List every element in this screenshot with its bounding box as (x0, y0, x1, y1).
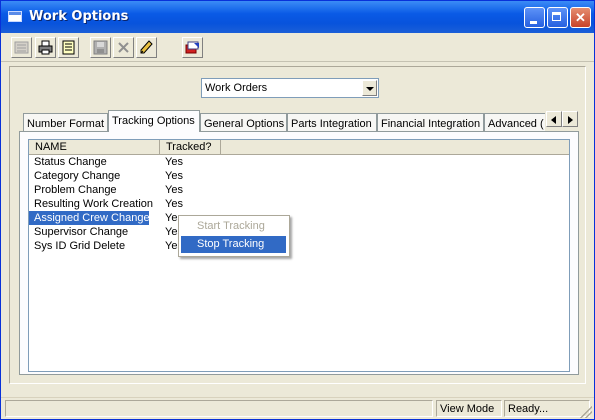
row-tracked: Yes (165, 170, 183, 182)
tab-label: General Options (204, 118, 285, 130)
list-button[interactable] (11, 37, 32, 58)
row-name: Assigned Crew Change (29, 211, 150, 225)
row-tracked: Yes (165, 198, 183, 210)
window-title: Work Options (29, 9, 129, 24)
chevron-down-icon[interactable] (362, 80, 377, 96)
tab-general-options[interactable]: General Options (200, 113, 287, 131)
toolbar (1, 33, 594, 62)
chevron-right-icon (568, 116, 573, 124)
table-row[interactable]: Resulting Work Creation Yes (29, 197, 569, 211)
tab-financial-integration[interactable]: Financial Integration (377, 113, 484, 131)
table-row[interactable]: Status Change Yes (29, 155, 569, 169)
tracking-grid: NAME Tracked? Status Change Yes Category C… (28, 139, 570, 372)
row-tracked: Yes (165, 156, 183, 168)
status-bar: View Mode Ready... (1, 397, 594, 419)
tab-parts-integration[interactable]: Parts Integration (287, 113, 377, 131)
row-name: Resulting Work Creation (34, 198, 154, 210)
row-name: Category Change (34, 170, 121, 182)
table-row[interactable]: Problem Change Yes (29, 183, 569, 197)
chevron-left-icon (551, 116, 556, 124)
menu-item-stop-tracking[interactable]: Stop Tracking (181, 236, 286, 253)
tab-number-format[interactable]: Number Format (23, 113, 108, 131)
column-header-tracked[interactable]: Tracked? (160, 140, 221, 154)
tab-tracking-options[interactable]: Tracking Options (108, 110, 200, 132)
title-bar[interactable]: Work Options ✕ (1, 1, 594, 33)
resize-grip-icon[interactable] (580, 406, 592, 418)
edit-button[interactable] (136, 37, 157, 58)
tab-label: Tracking Options (112, 115, 195, 127)
tab-label: Financial Integration (381, 118, 481, 130)
table-row[interactable]: Supervisor Change Yes (29, 225, 569, 239)
table-row[interactable]: Sys ID Grid Delete Yes (29, 239, 569, 253)
status-mode: View Mode (436, 400, 502, 417)
module-select-value: Work Orders (205, 82, 268, 94)
row-name: Supervisor Change (34, 226, 129, 238)
row-name: Sys ID Grid Delete (34, 240, 126, 252)
status-empty-panel (5, 400, 433, 417)
notes-icon (62, 40, 75, 55)
context-menu: Start Tracking Stop Tracking (178, 215, 290, 257)
tab-advanced[interactable]: Advanced ( (484, 113, 545, 131)
status-text: Ready... (504, 400, 590, 417)
exit-icon (185, 41, 199, 54)
column-header-name[interactable]: NAME (29, 140, 160, 154)
row-name: Status Change (34, 156, 107, 168)
close-button[interactable]: ✕ (570, 7, 591, 28)
save-icon (93, 40, 108, 55)
maximize-button[interactable] (547, 7, 568, 28)
tab-label: Parts Integration (291, 118, 372, 130)
print-button[interactable] (35, 37, 56, 58)
delete-button[interactable] (113, 37, 134, 58)
row-tracked: Yes (165, 184, 183, 196)
tab-scroll-right-button[interactable] (562, 111, 578, 127)
tab-label: Number Format (27, 118, 105, 130)
table-row[interactable]: Category Change Yes (29, 169, 569, 183)
tab-strip: Number Format Tracking Options General O… (23, 110, 545, 132)
print-icon (38, 40, 53, 55)
tab-label: Advanced ( (488, 118, 544, 130)
menu-item-start-tracking[interactable]: Start Tracking (181, 218, 286, 235)
edit-icon (140, 40, 153, 54)
list-icon (14, 41, 29, 54)
save-button[interactable] (90, 37, 111, 58)
row-name: Problem Change (34, 184, 117, 196)
notes-button[interactable] (58, 37, 79, 58)
tab-scroll-left-button[interactable] (546, 111, 562, 127)
window-icon (8, 11, 22, 22)
work-options-window: Work Options ✕ Work Orders Number Format… (0, 0, 595, 420)
grid-header: NAME Tracked? (29, 140, 569, 155)
minimize-button[interactable] (524, 7, 545, 28)
table-row[interactable]: Assigned Crew Change Yes (29, 211, 569, 225)
delete-icon (118, 42, 129, 53)
exit-button[interactable] (182, 37, 203, 58)
module-select[interactable]: Work Orders (201, 78, 379, 98)
